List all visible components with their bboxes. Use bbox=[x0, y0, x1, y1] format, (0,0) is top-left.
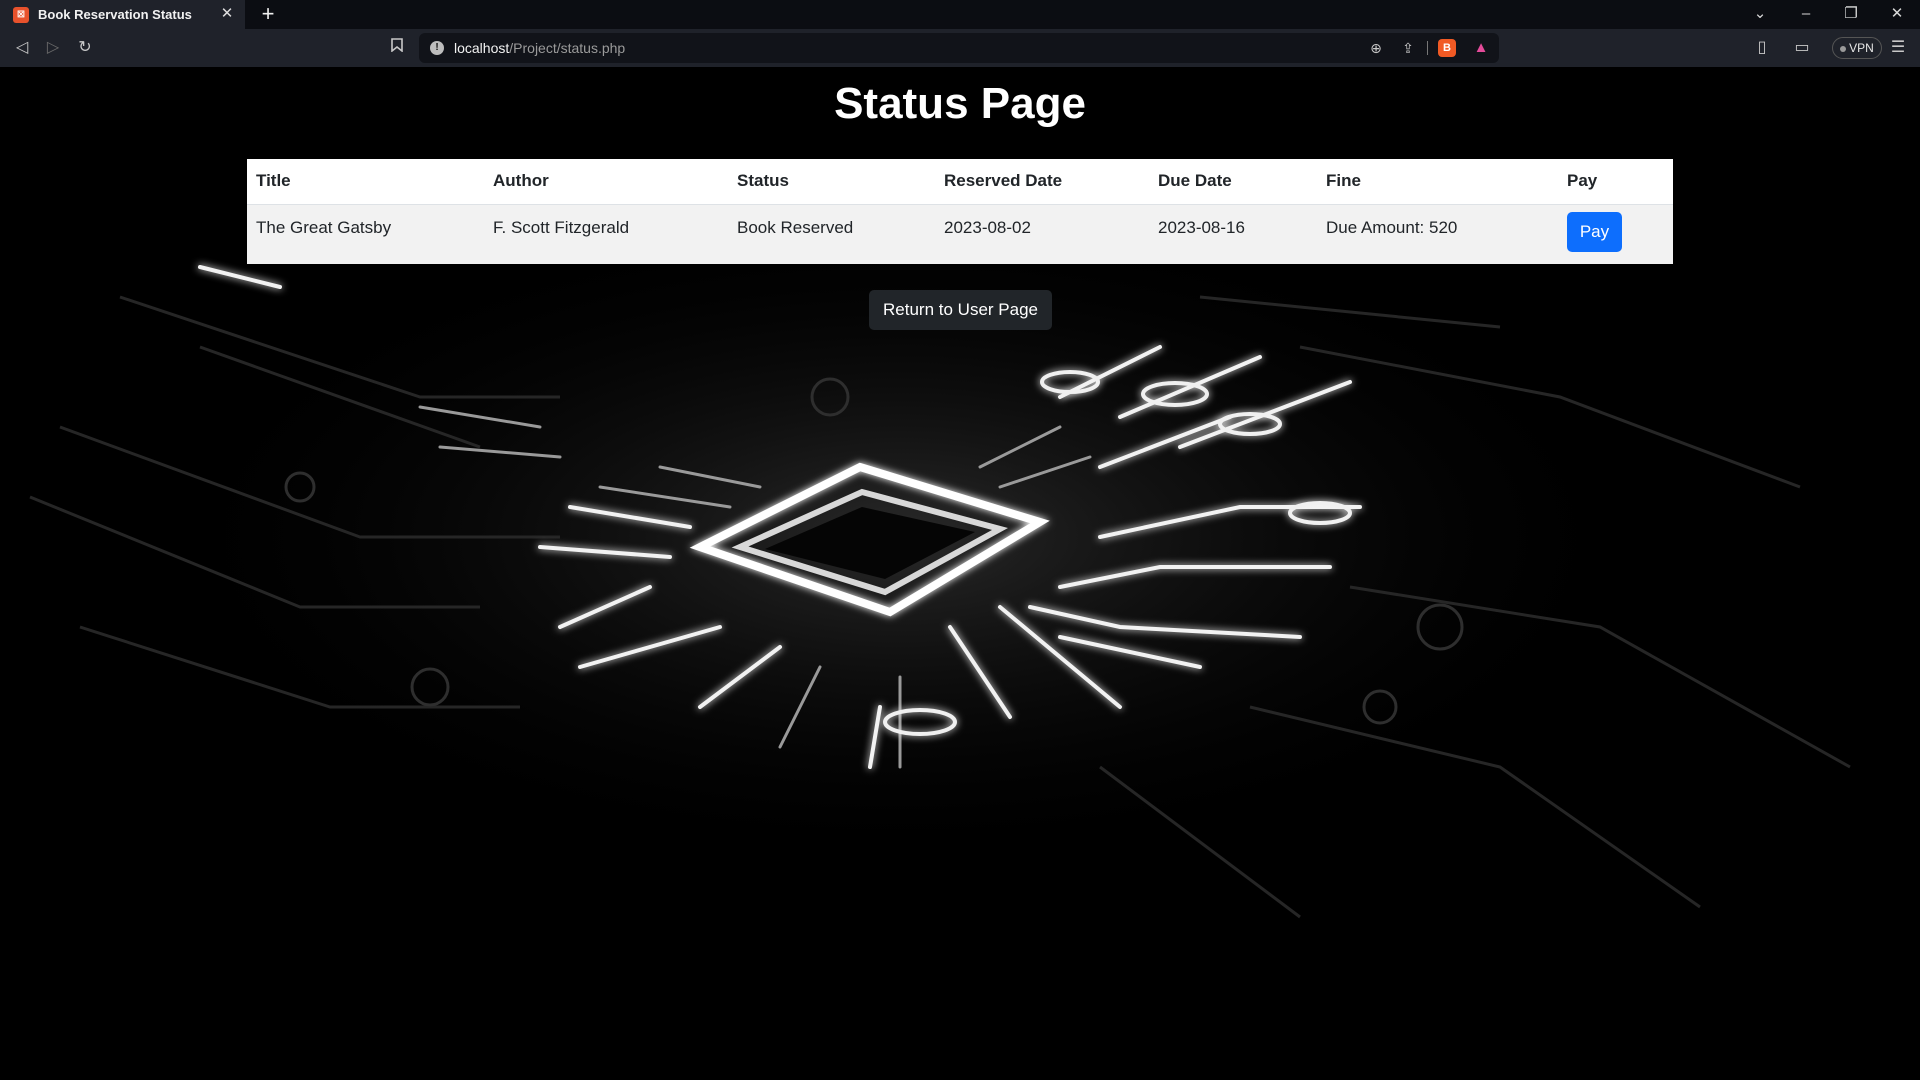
column-header-title: Title bbox=[247, 159, 484, 205]
cell-author: F. Scott Fitzgerald bbox=[484, 204, 728, 264]
column-header-fine: Fine bbox=[1317, 159, 1558, 205]
new-tab-button[interactable]: + bbox=[256, 2, 280, 26]
column-header-status: Status bbox=[728, 159, 935, 205]
browser-toolbar: ◁ ▷ ↻ ! localhost/Project/status.php ⊕ ⇪… bbox=[0, 29, 1920, 67]
wallet-icon[interactable]: ▭ bbox=[1790, 36, 1814, 60]
address-bar[interactable]: ! localhost/Project/status.php ⊕ ⇪ B ▲ bbox=[419, 33, 1499, 63]
reservation-table: Title Author Status Reserved Date Due Da… bbox=[247, 159, 1673, 264]
vpn-label: VPN bbox=[1849, 41, 1874, 55]
tab-book-reservation-status[interactable]: ⊠ Book Reservation Status ✕ bbox=[0, 0, 245, 29]
url-path: /Project/status.php bbox=[509, 40, 626, 56]
tab-title: Book Reservation Status bbox=[38, 7, 192, 22]
table-row: The Great Gatsby F. Scott Fitzgerald Boo… bbox=[247, 204, 1673, 264]
site-info-icon[interactable]: ! bbox=[430, 41, 444, 55]
bookmark-icon[interactable] bbox=[385, 36, 409, 60]
divider bbox=[1427, 41, 1428, 55]
reload-icon[interactable]: ↻ bbox=[73, 36, 97, 60]
column-header-due-date: Due Date bbox=[1149, 159, 1317, 205]
menu-icon[interactable]: ☰ bbox=[1886, 36, 1910, 60]
close-tab-icon[interactable]: ✕ bbox=[218, 5, 236, 23]
cell-reserved-date: 2023-08-02 bbox=[935, 204, 1149, 264]
column-header-reserved-date: Reserved Date bbox=[935, 159, 1149, 205]
table-header-row: Title Author Status Reserved Date Due Da… bbox=[247, 159, 1673, 205]
vpn-button[interactable]: VPN bbox=[1832, 37, 1882, 59]
cell-status: Book Reserved bbox=[728, 204, 935, 264]
minimize-button[interactable]: – bbox=[1791, 2, 1821, 26]
page-title: Status Page bbox=[834, 79, 1086, 128]
return-to-user-page-button[interactable]: Return to User Page bbox=[869, 290, 1052, 330]
tab-search-icon[interactable]: ⌄ bbox=[1745, 2, 1775, 26]
cell-title: The Great Gatsby bbox=[247, 204, 484, 264]
brave-shields-icon[interactable]: B bbox=[1438, 39, 1456, 57]
page-body: Status Page Title Author Status Reserved… bbox=[0, 67, 1920, 1080]
restore-button[interactable]: ❐ bbox=[1836, 2, 1866, 26]
url-host: localhost bbox=[454, 40, 510, 56]
pay-button[interactable]: Pay bbox=[1567, 211, 1622, 252]
xampp-icon: ⊠ bbox=[13, 6, 29, 23]
forward-icon[interactable]: ▷ bbox=[41, 36, 65, 60]
close-window-button[interactable]: ✕ bbox=[1882, 2, 1912, 26]
sidebar-icon[interactable]: ▯ bbox=[1750, 36, 1774, 60]
share-icon[interactable]: ⇪ bbox=[1398, 38, 1418, 58]
cell-fine: Due Amount: 520 bbox=[1317, 204, 1558, 264]
tab-strip: ⊠ Book Reservation Status ✕ + ⌄ – ❐ ✕ bbox=[0, 0, 1920, 29]
url-text[interactable]: localhost/Project/status.php bbox=[454, 40, 625, 56]
vpn-status-dot bbox=[1840, 45, 1847, 52]
column-header-author: Author bbox=[484, 159, 728, 205]
back-icon[interactable]: ◁ bbox=[10, 36, 34, 60]
zoom-icon[interactable]: ⊕ bbox=[1366, 38, 1386, 58]
brave-rewards-icon[interactable]: ▲ bbox=[1471, 38, 1491, 58]
column-header-pay: Pay bbox=[1558, 159, 1673, 205]
cell-pay: Pay bbox=[1558, 204, 1673, 264]
cell-due-date: 2023-08-16 bbox=[1149, 204, 1317, 264]
